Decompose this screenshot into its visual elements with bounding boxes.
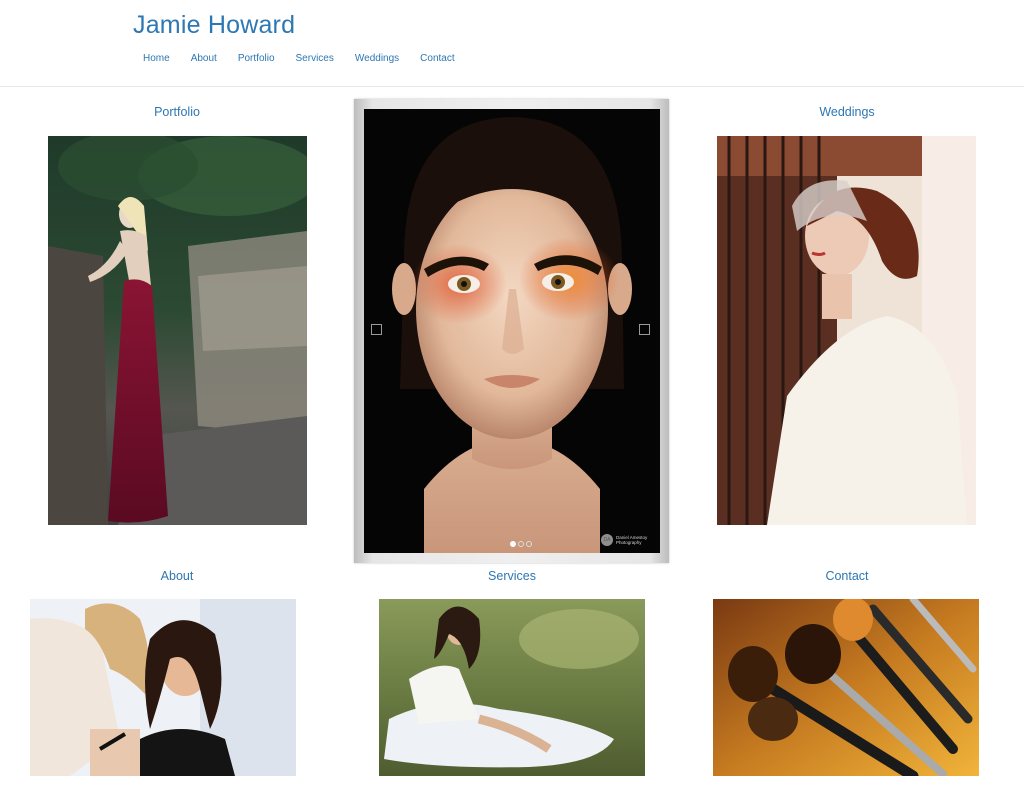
nav-item-about[interactable]: About	[191, 53, 217, 65]
site-header: Jamie Howard Home About Portfolio Servic…	[0, 0, 1024, 87]
slider-image[interactable]: DA Daniel Amestoy Photography	[364, 109, 660, 553]
contact-photo[interactable]	[713, 599, 979, 776]
slider-next-button[interactable]	[639, 324, 650, 335]
nav-item-home[interactable]: Home	[143, 53, 170, 65]
slider-dot-3[interactable]	[526, 541, 532, 547]
watermark-text: Daniel Amestoy Photography	[616, 535, 648, 545]
nav-item-contact[interactable]: Contact	[420, 53, 454, 65]
contact-heading[interactable]: Contact	[717, 569, 977, 583]
about-photo[interactable]	[30, 599, 296, 776]
slider-dot-2[interactable]	[518, 541, 524, 547]
photographer-watermark: DA Daniel Amestoy Photography	[601, 534, 654, 546]
portfolio-photo[interactable]	[48, 136, 307, 525]
slider-dot-1[interactable]	[510, 541, 516, 547]
about-heading[interactable]: About	[47, 569, 307, 583]
watermark-logo: DA	[601, 534, 613, 546]
portfolio-heading[interactable]: Portfolio	[47, 105, 307, 119]
nav-item-services[interactable]: Services	[296, 53, 334, 65]
weddings-heading[interactable]: Weddings	[717, 105, 977, 119]
site-title[interactable]: Jamie Howard	[133, 11, 295, 40]
slider-pagination	[510, 541, 532, 547]
nav-item-weddings[interactable]: Weddings	[355, 53, 399, 65]
featured-slider: DA Daniel Amestoy Photography	[354, 99, 669, 563]
services-heading[interactable]: Services	[382, 569, 642, 583]
main-nav: Home About Portfolio Services Weddings C…	[143, 53, 476, 65]
services-photo[interactable]	[379, 599, 645, 776]
nav-item-portfolio[interactable]: Portfolio	[238, 53, 275, 65]
weddings-photo[interactable]	[717, 136, 976, 525]
slider-prev-button[interactable]	[371, 324, 382, 335]
